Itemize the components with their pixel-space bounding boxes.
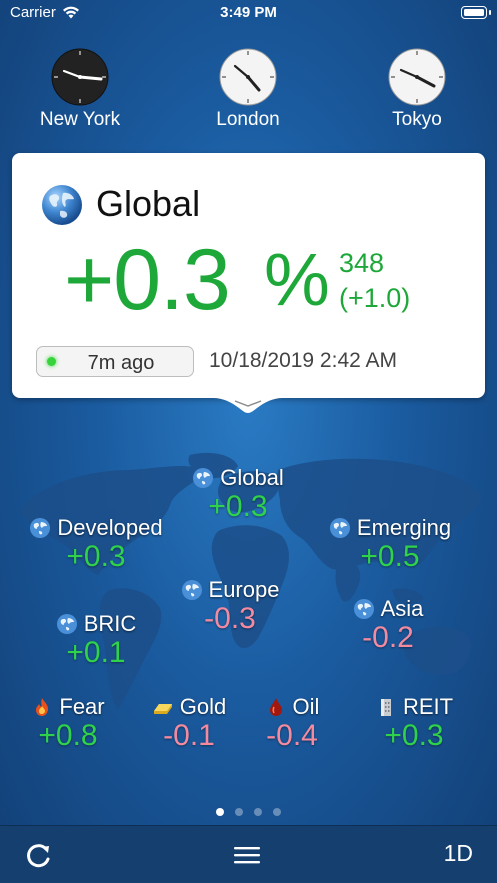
page-dot[interactable] [254, 808, 262, 816]
world-clocks: New York London Tokyo [0, 48, 497, 138]
region-asia[interactable]: Asia -0.2 [298, 596, 478, 655]
globe-icon [56, 614, 77, 634]
expand-chevron-icon[interactable] [213, 396, 283, 414]
menu-icon[interactable] [232, 842, 262, 868]
clock-tokyo[interactable]: Tokyo [362, 48, 472, 131]
clock-city-label: London [216, 109, 280, 130]
clock-city-label: Tokyo [392, 109, 442, 130]
globe-icon [193, 468, 214, 488]
battery-nub [489, 10, 491, 15]
region-name: BRIC [83, 611, 137, 636]
globe-icon [353, 599, 374, 619]
region-name: Europe [208, 577, 280, 602]
clock-face-icon [51, 48, 109, 106]
globe-icon [42, 185, 82, 225]
globe-icon [30, 518, 51, 538]
global-summary-card[interactable]: Global +0.3 % 348 (+1.0) 7m ago 10/18/20… [12, 153, 485, 398]
region-name: Emerging [356, 515, 452, 540]
indicator-value: +0.3 [384, 719, 444, 752]
globe-icon [181, 580, 202, 600]
region-name: Asia [380, 596, 424, 621]
indicator-reit[interactable]: REIT +0.3 [324, 694, 497, 753]
page-dot[interactable] [273, 808, 281, 816]
region-emerging[interactable]: Emerging +0.5 [300, 515, 480, 574]
status-bar: Carrier 3:49 PM [0, 0, 497, 26]
region-value: +0.1 [66, 636, 126, 669]
index-value: 348 [339, 248, 385, 278]
clock-face-icon [388, 48, 446, 106]
region-name: Developed [57, 515, 163, 540]
update-datetime: 10/18/2019 2:42 AM [209, 349, 397, 372]
index-delta: (+1.0) [339, 283, 411, 313]
oil-drop-icon [269, 698, 282, 716]
update-age-badge: 7m ago [36, 346, 194, 377]
time-range-button[interactable]: 1D [444, 840, 473, 867]
region-name: Global [220, 465, 284, 490]
page-dot[interactable] [216, 808, 224, 816]
clock-new-york[interactable]: New York [25, 48, 135, 131]
page-dot[interactable] [235, 808, 243, 816]
gold-bar-icon [153, 704, 172, 714]
region-value: -0.2 [362, 621, 414, 654]
region-bric[interactable]: BRIC +0.1 [6, 611, 186, 670]
building-icon [380, 699, 391, 716]
indicator-name: Oil [292, 694, 320, 719]
refresh-icon[interactable] [22, 840, 56, 870]
page-indicator[interactable] [0, 808, 497, 816]
status-time: 3:49 PM [220, 4, 277, 21]
bottom-toolbar: 1D [0, 825, 497, 883]
flame-icon [36, 698, 49, 716]
clock-london[interactable]: London [193, 48, 303, 131]
indicator-name: REIT [402, 694, 454, 719]
clock-city-label: New York [39, 109, 121, 130]
region-developed[interactable]: Developed +0.3 [6, 515, 186, 574]
card-title: Global [96, 183, 201, 224]
percent-sign: % [264, 238, 330, 321]
region-value: +0.3 [66, 540, 126, 573]
battery-icon [461, 6, 487, 19]
clock-face-icon [219, 48, 277, 106]
region-value: +0.5 [360, 540, 420, 573]
globe-icon [329, 518, 350, 538]
update-age-label: 7m ago [87, 352, 155, 374]
indicator-name: Fear [59, 694, 105, 719]
percent-change: +0.3 [64, 232, 231, 328]
